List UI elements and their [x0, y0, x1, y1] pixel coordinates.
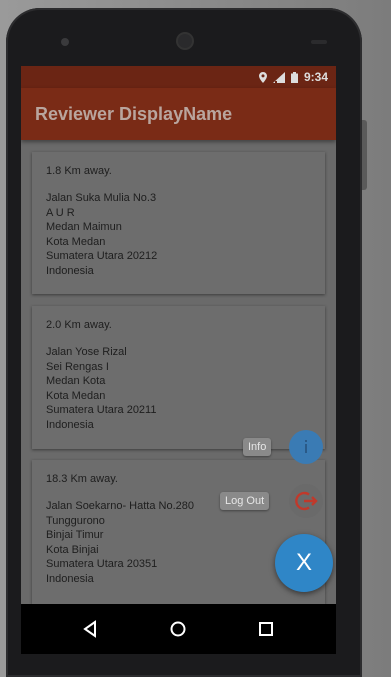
places-list[interactable]: 1.8 Km away. Jalan Suka Mulia No.3 A U R… [21, 140, 336, 604]
place-card[interactable]: 1.8 Km away. Jalan Suka Mulia No.3 A U R… [32, 152, 325, 294]
address-line: Tunggurono [46, 514, 105, 527]
info-label[interactable]: Info [243, 438, 272, 456]
signal-icon [272, 71, 285, 83]
phone-camera [178, 34, 192, 48]
address-line: Kota Medan [46, 389, 106, 402]
address-line: Sei Rengas I [46, 360, 109, 373]
address-line: Sumatera Utara 20351 [46, 558, 158, 570]
place-address: Jalan Yose Rizal Sei Rengas I Medan Kota… [46, 345, 156, 432]
place-address: Jalan Soekarno- Hatta No.280 Tunggurono … [46, 499, 194, 586]
status-time: 9:34 [303, 70, 328, 84]
address-line: Kota Medan [46, 235, 106, 248]
app-bar: Reviewer DisplayName [21, 88, 336, 140]
info-icon [305, 440, 307, 453]
address-line: Sumatera Utara 20211 [46, 404, 157, 416]
logout-label[interactable]: Log Out [220, 492, 270, 510]
address-line: Indonesia [46, 572, 94, 585]
place-card[interactable]: 2.0 Km away. Jalan Yose Rizal Sei Rengas… [32, 306, 325, 449]
phone-speaker-dot [61, 38, 69, 46]
home-icon[interactable] [165, 616, 191, 642]
close-fab-button[interactable]: X [275, 534, 333, 592]
app-screen: 9:34 Reviewer DisplayName 1.8 Km away. J… [21, 66, 336, 654]
address-line: Binjai Timur [46, 529, 104, 541]
address-line: Jalan Suka Mulia No.3 [46, 192, 157, 204]
place-address: Jalan Suka Mulia No.3 A U R Medan Maimun… [46, 191, 157, 278]
place-distance: 2.0 Km away. [46, 319, 112, 331]
place-distance: 1.8 Km away. [46, 165, 112, 177]
page-title: Reviewer DisplayName [35, 104, 233, 124]
address-line: A U R [46, 206, 75, 219]
place-distance: 18.3 Km away. [46, 473, 118, 485]
address-line: Jalan Yose Rizal [46, 346, 127, 358]
back-icon[interactable] [77, 616, 103, 642]
logout-icon [295, 491, 318, 511]
status-bar: 9:34 [21, 66, 336, 88]
phone-sensor [311, 40, 327, 44]
logout-button[interactable] [289, 484, 323, 518]
address-line: Sumatera Utara 20212 [46, 250, 158, 262]
phone-side-button [362, 120, 367, 190]
address-line: Indonesia [46, 418, 94, 431]
address-line: Medan Kota [46, 375, 106, 387]
address-line: Indonesia [46, 264, 94, 277]
battery-icon [290, 71, 298, 83]
address-line: Medan Maimun [46, 221, 122, 233]
recents-icon[interactable] [253, 616, 279, 642]
address-line: Jalan Soekarno- Hatta No.280 [46, 500, 194, 512]
place-card[interactable]: 18.3 Km away. Jalan Soekarno- Hatta No.2… [32, 460, 325, 604]
navigation-bar [21, 604, 336, 654]
address-line: Kota Binjai [46, 543, 99, 556]
location-pin-icon [258, 71, 267, 83]
status-icons: 9:34 [258, 70, 328, 84]
info-button[interactable] [289, 430, 323, 464]
